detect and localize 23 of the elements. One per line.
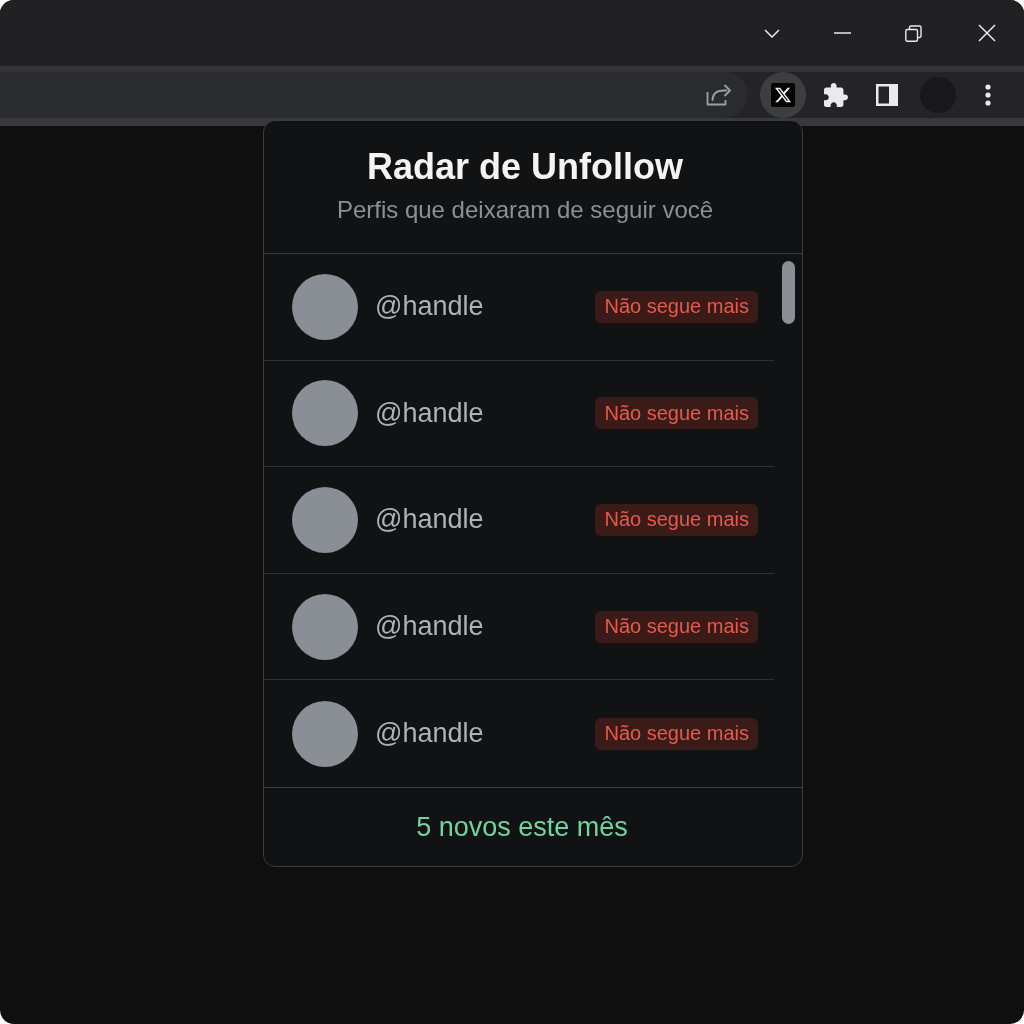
popup-title: Radar de Unfollow <box>367 145 683 189</box>
handle-text: @handle <box>375 291 484 323</box>
share-icon[interactable] <box>706 84 732 106</box>
popup-subtitle: Perfis que deixaram de seguir você <box>336 195 714 225</box>
more-menu-icon[interactable] <box>985 84 991 106</box>
status-badge: Não segue mais <box>595 290 758 323</box>
chevron-down-icon[interactable] <box>763 28 780 38</box>
restore-icon[interactable] <box>905 24 922 42</box>
status-badge: Não segue mais <box>595 717 758 750</box>
side-panel-icon[interactable] <box>876 84 898 106</box>
handle-text: @handle <box>375 504 484 536</box>
puzzle-icon[interactable] <box>824 83 848 107</box>
status-badge: Não segue mais <box>595 504 758 536</box>
handle-text: @handle <box>375 718 484 750</box>
close-icon[interactable] <box>977 24 996 42</box>
x-logo-icon <box>771 83 795 107</box>
footer-summary: 5 novos este mês <box>416 811 628 843</box>
status-badge: Não segue mais <box>595 610 758 643</box>
scrollbar-thumb[interactable] <box>782 261 795 324</box>
handle-text: @handle <box>375 397 484 429</box>
status-badge: Não segue mais <box>595 397 758 430</box>
extension-button[interactable] <box>760 72 806 118</box>
handle-text: @handle <box>375 611 484 643</box>
